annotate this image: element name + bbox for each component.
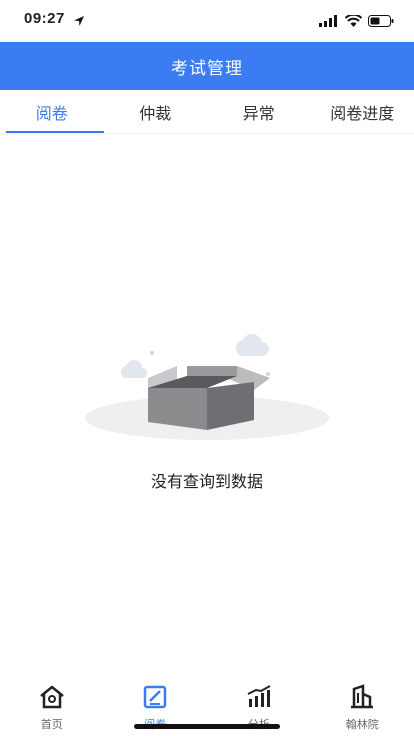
nav-item-home[interactable]: 首页 bbox=[0, 680, 104, 736]
nav-label-academy: 翰林院 bbox=[345, 718, 379, 731]
nav-item-academy[interactable]: 翰林院 bbox=[311, 680, 414, 736]
empty-box-illustration bbox=[82, 330, 332, 444]
status-time: 09:27 bbox=[24, 10, 65, 27]
location-arrow-icon bbox=[73, 12, 85, 31]
home-icon bbox=[38, 684, 66, 714]
nav-label-home: 首页 bbox=[40, 718, 63, 731]
app-header: 考试管理 bbox=[0, 42, 414, 90]
building-icon bbox=[348, 684, 376, 714]
tab-grading-progress[interactable]: 阅卷进度 bbox=[311, 90, 414, 133]
status-indicators bbox=[319, 12, 394, 31]
tab-arbitration[interactable]: 仲裁 bbox=[104, 90, 208, 133]
battery-icon bbox=[368, 12, 394, 31]
home-indicator bbox=[134, 724, 280, 729]
wifi-icon bbox=[344, 12, 363, 31]
tab-bar: 阅卷 仲裁 异常 阅卷进度 bbox=[0, 90, 414, 134]
status-bar: 09:27 bbox=[0, 0, 414, 42]
chart-icon bbox=[245, 684, 273, 714]
tab-exception[interactable]: 异常 bbox=[207, 90, 311, 133]
page-title: 考试管理 bbox=[171, 58, 243, 79]
signal-icon bbox=[319, 12, 339, 31]
edit-icon bbox=[141, 684, 169, 714]
tab-grading[interactable]: 阅卷 bbox=[0, 90, 104, 133]
empty-message: 没有查询到数据 bbox=[150, 472, 263, 491]
